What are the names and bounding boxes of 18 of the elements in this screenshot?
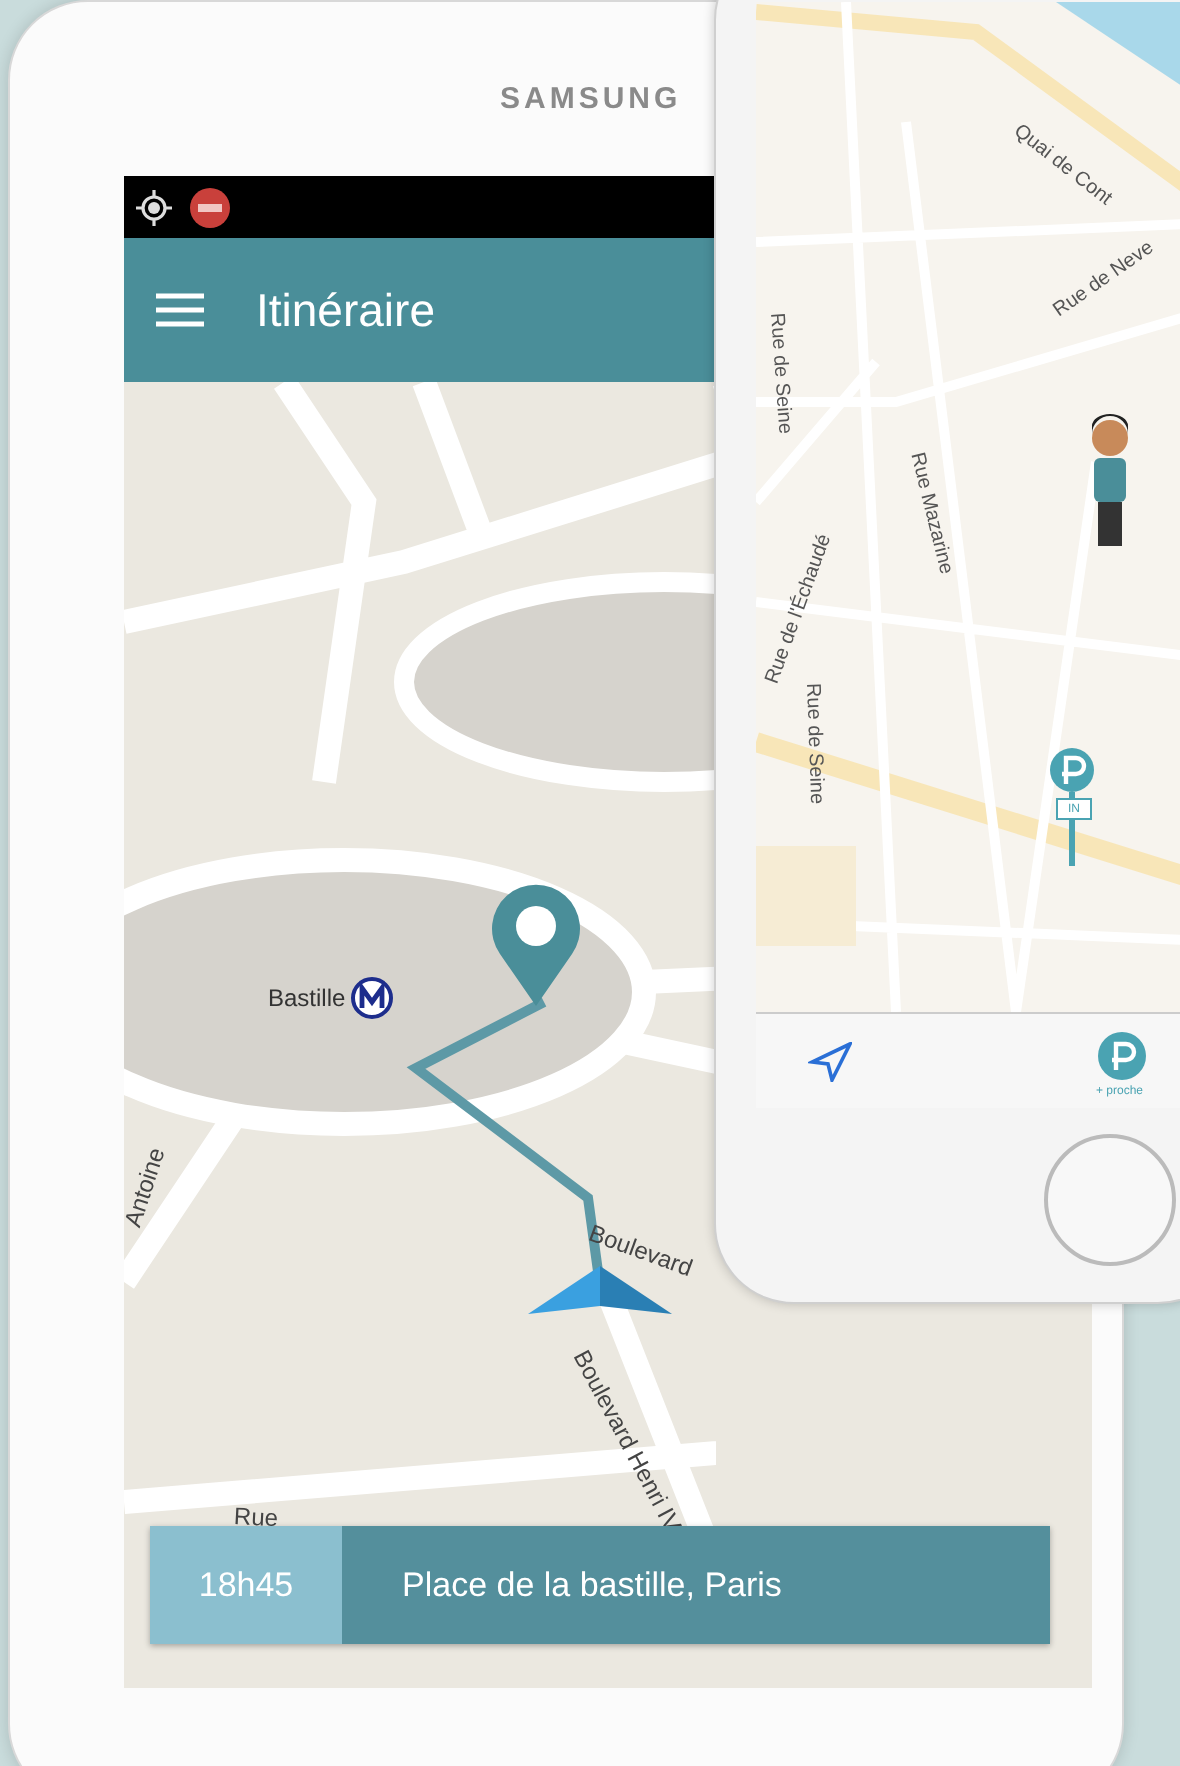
- street-label: Quai de Cont: [1009, 120, 1116, 211]
- place-label: Bastille: [268, 984, 346, 1012]
- street-label: Rue de Neve: [1049, 237, 1158, 322]
- arrival-time: 18h45: [150, 1526, 342, 1644]
- person-figure-drawing: [1088, 414, 1132, 550]
- location-pin-icon: [488, 882, 584, 1010]
- destination-label: Place de la bastille, Paris: [342, 1526, 1050, 1644]
- menu-icon[interactable]: [156, 292, 204, 328]
- navigation-icon[interactable]: [808, 1042, 852, 1082]
- street-label: Rue de Seine: [801, 682, 828, 805]
- brand-logo: SAMSUNG: [500, 82, 682, 116]
- location-target-icon: [136, 189, 172, 225]
- screen-title: Itinéraire: [256, 283, 435, 337]
- street-label: Rue Mazarine: [905, 450, 957, 577]
- street-label: Antoine: [124, 1144, 171, 1231]
- no-entry-icon: [188, 185, 232, 229]
- parking-icon[interactable]: [1096, 1030, 1148, 1082]
- street-label: Rue de Seine: [765, 312, 796, 435]
